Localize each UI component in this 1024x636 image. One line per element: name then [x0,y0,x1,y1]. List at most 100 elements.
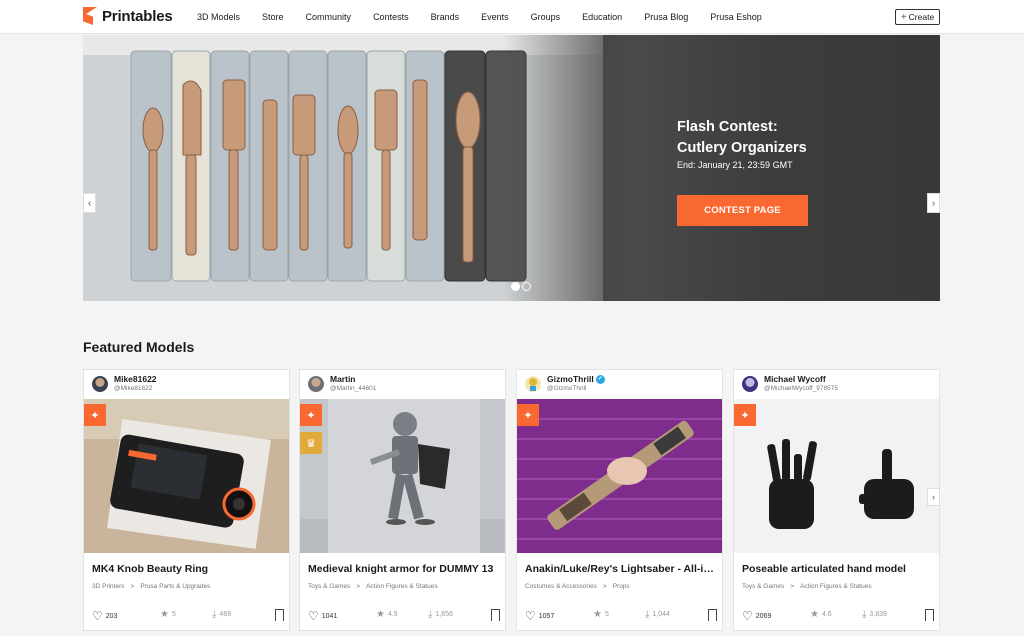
category-link[interactable]: Costumes & Accessories [525,583,597,590]
author-name: Mike81622 [114,374,157,384]
model-title[interactable]: MK4 Knob Beauty Ring [92,563,284,575]
author-handle: @Mike81622 [114,385,153,392]
download-count: 3,839 [869,611,887,618]
model-category: Toys & Games > Action Figures & Statues [308,583,438,590]
main-nav: 3D Models Store Community Contests Brand… [197,12,784,22]
author-name: GizmoThrill ✓ [547,374,605,385]
avatar [525,375,541,392]
hero-end-date: End: January 21, 23:59 GMT [677,160,793,170]
star-icon: ★ [376,609,385,620]
carousel-dot-1[interactable] [511,282,520,291]
bulb-icon: ✦ [84,404,106,426]
card-author[interactable]: Michael Wycoff @MichaelWycoff_978575 [742,374,838,393]
featured-next-button[interactable]: › [927,488,940,506]
like-button[interactable]: ♡ 2069 [742,609,771,623]
bulb-icon: ✦ [734,404,756,426]
model-card[interactable]: Martin @Martin_44601 ✦ ♛ Medieval knight… [299,369,506,631]
nav-prusa-blog[interactable]: Prusa Blog [644,12,688,22]
hero-prev-button[interactable]: ‹ [83,193,96,213]
model-card[interactable]: GizmoThrill ✓ @GizmoThrill ✦ Anakin/Luke/… [516,369,723,631]
articulated-hand-image [734,399,939,553]
hero-banner[interactable]: Flash Contest: Cutlery Organizers End: J… [83,35,940,301]
rating-value: 5 [171,611,176,618]
model-category: Costumes & Accessories > Props [525,583,630,590]
model-title[interactable]: Medieval knight armor for DUMMY 13 [308,563,500,575]
category-link[interactable]: Toys & Games [742,583,784,590]
nav-groups[interactable]: Groups [531,12,561,22]
rating: ★ 5 [160,609,176,620]
model-title[interactable]: Poseable articulated hand model [742,563,934,575]
nav-community[interactable]: Community [306,12,352,22]
category-link[interactable]: Toys & Games [308,583,350,590]
printables-logo-icon [83,7,97,25]
chevron-right-icon: › [931,197,936,209]
model-image[interactable]: ✦ ♛ [300,399,505,553]
star-icon: ★ [810,609,819,620]
nav-prusa-eshop[interactable]: Prusa Eshop [710,12,762,22]
rating-value: 4.6 [821,611,832,618]
trophy-icon: ♛ [300,432,322,454]
bookmark-icon[interactable] [708,609,717,624]
like-button[interactable]: ♡ 1057 [525,609,554,623]
logo-text: Printables [102,7,173,25]
subcategory-link[interactable]: Props [613,583,630,590]
subcategory-link[interactable]: Action Figures & Statues [366,583,438,590]
model-image[interactable]: ✦ [84,399,289,553]
author-name: Michael Wycoff [764,374,826,384]
top-header: Printables 3D Models Store Community Con… [0,0,1024,34]
create-button[interactable]: + Create [895,9,940,25]
nav-education[interactable]: Education [582,12,622,22]
like-button[interactable]: ♡ 1041 [308,609,337,623]
bookmark-icon[interactable] [491,609,500,624]
subcategory-link[interactable]: Action Figures & Statues [800,583,872,590]
subcategory-link[interactable]: Prusa Parts & Upgrades [140,583,210,590]
author-handle: @GizmoThrill [547,385,587,393]
chevron-right-icon: › [932,492,935,502]
knob-ring-image [84,399,289,553]
model-image[interactable]: ✦ [734,399,939,553]
model-title[interactable]: Anakin/Luke/Rey's Lightsaber - All-in-on… [525,563,717,575]
like-count: 1057 [538,612,555,620]
card-author[interactable]: GizmoThrill ✓ @GizmoThrill [525,374,605,393]
model-card[interactable]: Mike81622 @Mike81622 ✦ MK4 Knob Beauty R… [83,369,290,631]
carousel-dot-2[interactable] [522,282,531,291]
heart-icon: ♡ [92,609,103,623]
star-icon: ★ [593,609,602,620]
download-count: 1,044 [652,611,670,618]
bulb-icon: ✦ [300,404,322,426]
bookmark-icon[interactable] [925,609,934,624]
nav-3d-models[interactable]: 3D Models [197,12,240,22]
author-handle: @Martin_44601 [330,385,377,392]
contest-page-button[interactable]: CONTEST PAGE [677,195,808,226]
avatar [92,375,108,392]
bookmark-icon[interactable] [275,609,284,624]
featured-models-heading: Featured Models [83,339,195,355]
rating-value: 4.9 [387,611,398,618]
like-count: 203 [105,612,118,620]
download-icon: ⤓ [862,609,867,620]
nav-brands[interactable]: Brands [431,12,460,22]
card-author[interactable]: Mike81622 @Mike81622 [92,374,157,393]
avatar [308,375,324,392]
like-count: 2069 [755,612,772,620]
knight-armor-image [300,399,505,553]
card-author[interactable]: Martin @Martin_44601 [308,374,376,393]
heart-icon: ♡ [742,609,753,623]
rating: ★ 5 [593,609,609,620]
model-card[interactable]: Michael Wycoff @MichaelWycoff_978575 ✦ P… [733,369,940,631]
rating: ★ 4.6 [810,609,832,620]
printables-logo[interactable]: Printables [83,7,173,25]
nav-store[interactable]: Store [262,12,284,22]
category-link[interactable]: 3D Printers [92,583,125,590]
hero-next-button[interactable]: › [927,193,940,213]
like-count: 1041 [321,612,338,620]
model-category: 3D Printers > Prusa Parts & Upgrades [92,583,211,590]
like-button[interactable]: ♡ 203 [92,609,117,623]
model-image[interactable]: ✦ [517,399,722,553]
hero-title-line2: Cutlery Organizers [677,140,807,156]
avatar [742,375,758,392]
nav-contests[interactable]: Contests [373,12,409,22]
downloads: ⤓ 3,839 [862,609,887,620]
downloads: ⤓ 1,656 [428,609,453,620]
nav-events[interactable]: Events [481,12,509,22]
